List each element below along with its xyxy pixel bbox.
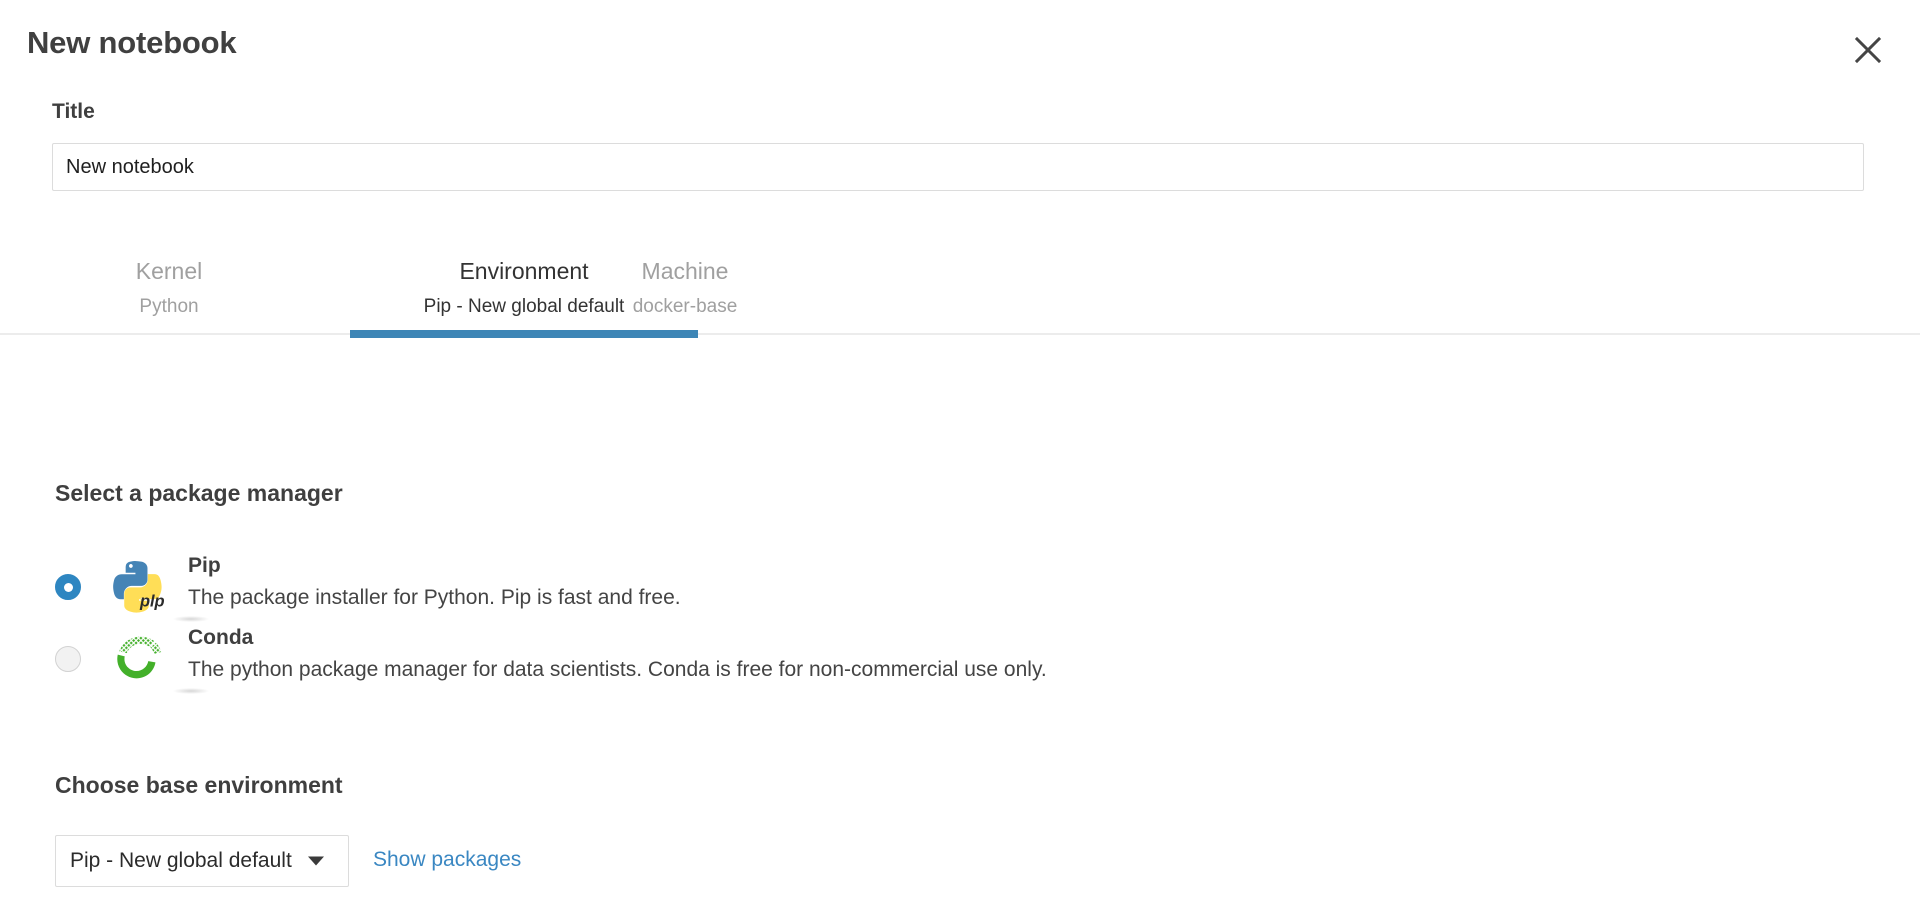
package-option-conda[interactable]: Conda The python package manager for dat…: [55, 620, 1355, 698]
close-button[interactable]: [1846, 28, 1890, 72]
base-environment-select[interactable]: Pip - New global default: [55, 835, 349, 887]
package-option-pip[interactable]: plp Pip The package installer for Python…: [55, 548, 1355, 626]
close-icon: [1854, 36, 1882, 64]
package-option-pip-description: The package installer for Python. Pip is…: [188, 586, 681, 609]
new-notebook-dialog: New notebook Title Kernel Python Environ…: [0, 0, 1920, 910]
package-option-pip-text: Pip The package installer for Python. Pi…: [188, 552, 681, 614]
tab-kernel-sublabel: Python: [139, 296, 199, 317]
tab-divider: [0, 333, 1920, 335]
show-packages-link[interactable]: Show packages: [373, 848, 521, 872]
tab-machine-label: Machine: [641, 258, 729, 284]
tab-bar: Kernel Python Environment Pip - New glob…: [0, 248, 1920, 408]
title-field-label: Title: [52, 100, 95, 123]
conda-icon-shadow: [173, 688, 209, 694]
tab-machine-sublabel: docker-base: [632, 296, 738, 317]
svg-text:plp: plp: [139, 592, 165, 610]
base-environment-heading: Choose base environment: [55, 772, 343, 798]
radio-pip[interactable]: [55, 574, 81, 600]
tab-kernel[interactable]: Kernel Python: [104, 248, 234, 323]
active-tab-underline: [350, 330, 698, 338]
dialog-header: New notebook: [0, 0, 1920, 95]
base-environment-selected-value: Pip - New global default: [70, 849, 292, 872]
tab-environment-sublabel: Pip - New global default: [423, 296, 625, 317]
page-title: New notebook: [27, 25, 237, 60]
tab-environment-label: Environment: [459, 258, 589, 284]
pip-logo-icon: plp: [107, 554, 209, 622]
conda-logo-icon: [107, 626, 209, 694]
package-option-conda-text: Conda The python package manager for dat…: [188, 624, 1047, 686]
tab-machine[interactable]: Machine docker-base: [612, 248, 758, 323]
title-input[interactable]: [52, 143, 1864, 191]
package-option-pip-name: Pip: [188, 554, 221, 577]
package-option-conda-description: The python package manager for data scie…: [188, 658, 1047, 681]
tab-kernel-label: Kernel: [135, 258, 203, 284]
radio-conda[interactable]: [55, 646, 81, 672]
chevron-down-icon: [308, 856, 324, 866]
package-manager-heading: Select a package manager: [55, 480, 343, 506]
package-option-conda-name: Conda: [188, 626, 254, 649]
